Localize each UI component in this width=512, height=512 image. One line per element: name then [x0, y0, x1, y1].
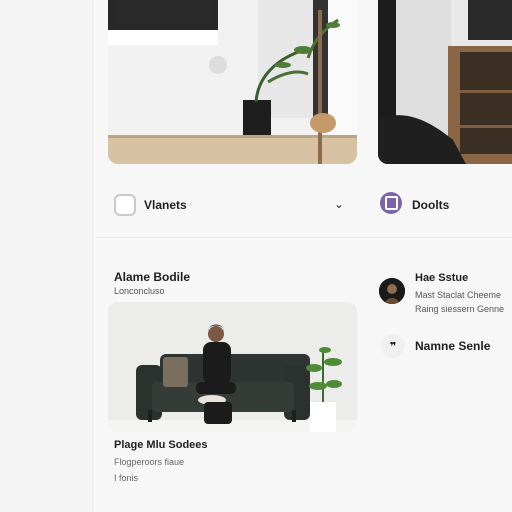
feature-card-line-1: Flogperoors fiaue	[114, 457, 185, 467]
filter-doolts-label: Doolts	[412, 198, 450, 212]
filter-doolts[interactable]: Doolts	[380, 190, 510, 220]
photo-card-plant[interactable]	[108, 0, 357, 164]
section-subtitle: Lonconcluso	[114, 286, 165, 296]
chevron-down-icon[interactable]: ⌄	[334, 197, 344, 211]
document-icon	[380, 192, 402, 214]
feature-card-line-2: I fonis	[114, 473, 139, 483]
filter-select-label: Vlanets	[144, 198, 187, 212]
left-rail	[0, 0, 92, 512]
avatar-image	[379, 278, 405, 304]
shelf-photo-image	[378, 0, 512, 164]
avatar[interactable]	[379, 278, 405, 304]
rail-divider	[92, 0, 93, 512]
section-divider	[96, 237, 512, 238]
sofa-photo-image	[108, 302, 357, 432]
profile-name: Hae Sstue	[415, 272, 469, 284]
plant-photo-image	[108, 0, 357, 164]
section-title: Alame Bodile	[114, 270, 191, 284]
filter-select-vlanets[interactable]: Vlanets ⌄	[108, 190, 358, 220]
checkbox-icon[interactable]	[114, 194, 136, 216]
feature-card-title: Plage Mlu Sodees	[114, 439, 208, 451]
photo-card-shelf[interactable]	[378, 0, 512, 164]
photo-card-sofa[interactable]	[108, 302, 357, 432]
quote-icon: ❞	[381, 334, 405, 358]
profile-line-1: Mast Staclat Cheeme	[415, 290, 502, 300]
name-row-label[interactable]: Namne Senle	[415, 339, 490, 353]
profile-line-2: Raing siessern Genne	[415, 304, 505, 314]
